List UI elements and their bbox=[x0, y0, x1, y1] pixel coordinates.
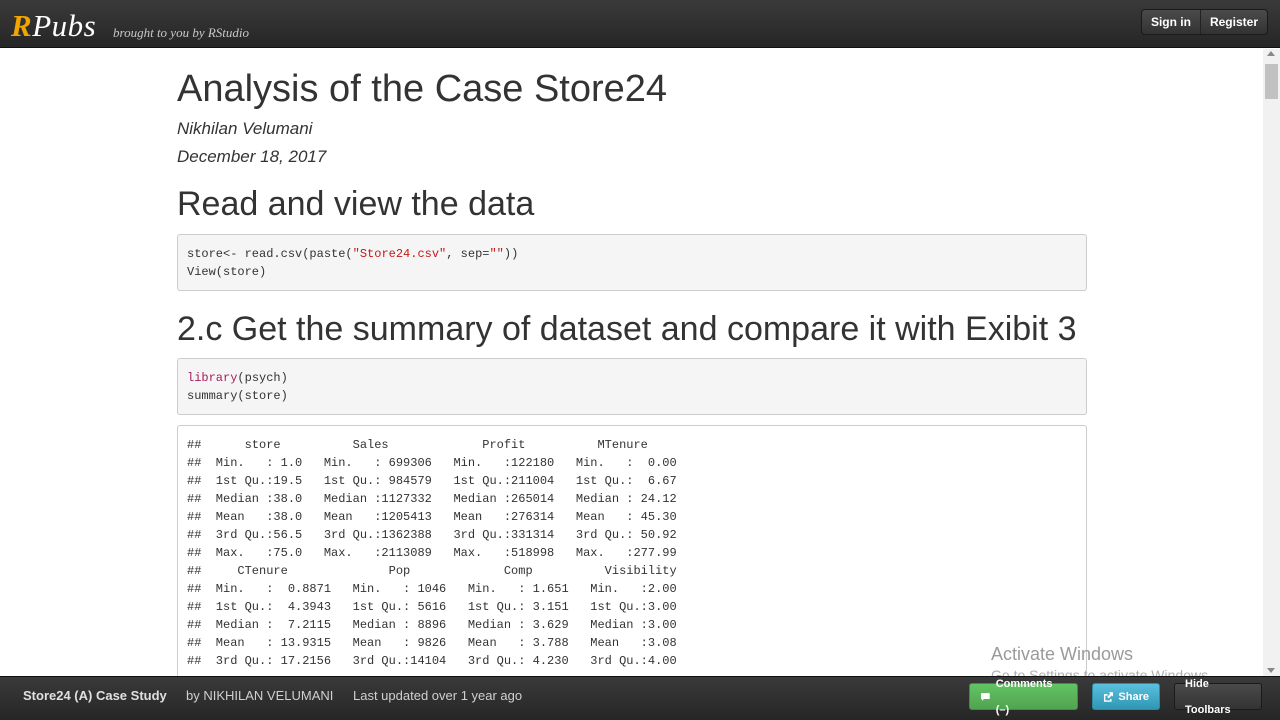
logo-r: R bbox=[11, 8, 33, 43]
document-author: Nikhilan Velumani bbox=[177, 119, 313, 138]
output-line: ## 1st Qu.:19.5 1st Qu.: 984579 1st Qu.:… bbox=[187, 474, 692, 488]
output-line: ## Median :38.0 Median :1127332 Median :… bbox=[187, 492, 692, 506]
activate-windows-watermark: Activate Windows bbox=[991, 644, 1134, 664]
output-line: ## Mean : 13.9315 Mean : 9826 Mean : 3.7… bbox=[187, 636, 692, 650]
output-line: ## 3rd Qu.: 17.2156 3rd Qu.:14104 3rd Qu… bbox=[187, 654, 692, 668]
summary-output: ## store Sales Profit MTenure ## Min. : … bbox=[177, 425, 1087, 676]
output-line: ## Min. : 1.0 Min. : 699306 Min. :122180… bbox=[187, 456, 692, 470]
scroll-up-arrow-icon[interactable] bbox=[1267, 51, 1275, 56]
sign-in-button[interactable]: Sign in bbox=[1142, 10, 1200, 34]
scroll-down-arrow-icon[interactable] bbox=[1267, 668, 1275, 673]
output-line: ## store Sales Profit MTenure bbox=[187, 438, 692, 452]
tagline: brought to you by RStudio bbox=[113, 25, 250, 40]
register-button[interactable]: Register bbox=[1199, 10, 1267, 34]
code-block-read-csv: store<- read.csv(paste("Store24.csv", se… bbox=[177, 234, 1087, 291]
output-line: ## CTenure Pop Comp Visibility bbox=[187, 564, 692, 578]
document-title: Analysis of the Case Store24 bbox=[177, 68, 668, 110]
share-icon bbox=[1103, 691, 1114, 702]
bottom-toolbar: Store24 (A) Case Study by NIKHILAN VELUM… bbox=[0, 676, 1280, 720]
output-line: ## Max. :75.0 Max. :2113089 Max. :518998… bbox=[187, 546, 692, 560]
author-link[interactable]: by NIKHILAN VELUMANI bbox=[186, 688, 333, 703]
section-heading-read-data: Read and view the data bbox=[177, 185, 535, 223]
output-line: ## Mean :38.0 Mean :1205413 Mean :276314… bbox=[187, 510, 692, 524]
share-label: Share bbox=[1118, 690, 1149, 703]
output-line: ## 1st Qu.: 4.3943 1st Qu.: 5616 1st Qu.… bbox=[187, 600, 692, 614]
comments-button[interactable]: Comments (–) bbox=[969, 678, 1078, 716]
output-line: ## Min. : 0.8871 Min. : 1046 Min. : 1.65… bbox=[187, 582, 692, 596]
document-date: December 18, 2017 bbox=[177, 147, 327, 166]
comments-label: Comments (–) bbox=[995, 677, 1053, 716]
output-line: ## Median : 7.2115 Median : 8896 Median … bbox=[187, 618, 692, 632]
section-heading-summary: 2.c Get the summary of dataset and compa… bbox=[177, 310, 1077, 348]
scroll-thumb[interactable] bbox=[1265, 64, 1278, 99]
vertical-scrollbar[interactable] bbox=[1263, 49, 1280, 676]
logo-pubs: Pubs bbox=[32, 8, 97, 43]
document-link[interactable]: Store24 (A) Case Study bbox=[23, 688, 167, 703]
comment-icon bbox=[980, 692, 990, 701]
top-toolbar: RPubs brought to you by RStudio Sign in … bbox=[0, 0, 1280, 48]
output-line: ## 3rd Qu.:56.5 3rd Qu.:1362388 3rd Qu.:… bbox=[187, 528, 692, 542]
hide-toolbars-button[interactable]: Hide Toolbars bbox=[1174, 678, 1262, 716]
auth-buttons: Sign in Register bbox=[1140, 9, 1268, 35]
document-area: Analysis of the Case Store24 Nikhilan Ve… bbox=[0, 49, 1263, 676]
share-button[interactable]: Share bbox=[1092, 683, 1160, 710]
rpubs-logo[interactable]: RPubs bbox=[11, 8, 96, 44]
code-block-summary: library(psych) summary(store) bbox=[177, 358, 1087, 415]
last-updated: Last updated over 1 year ago bbox=[353, 688, 523, 703]
